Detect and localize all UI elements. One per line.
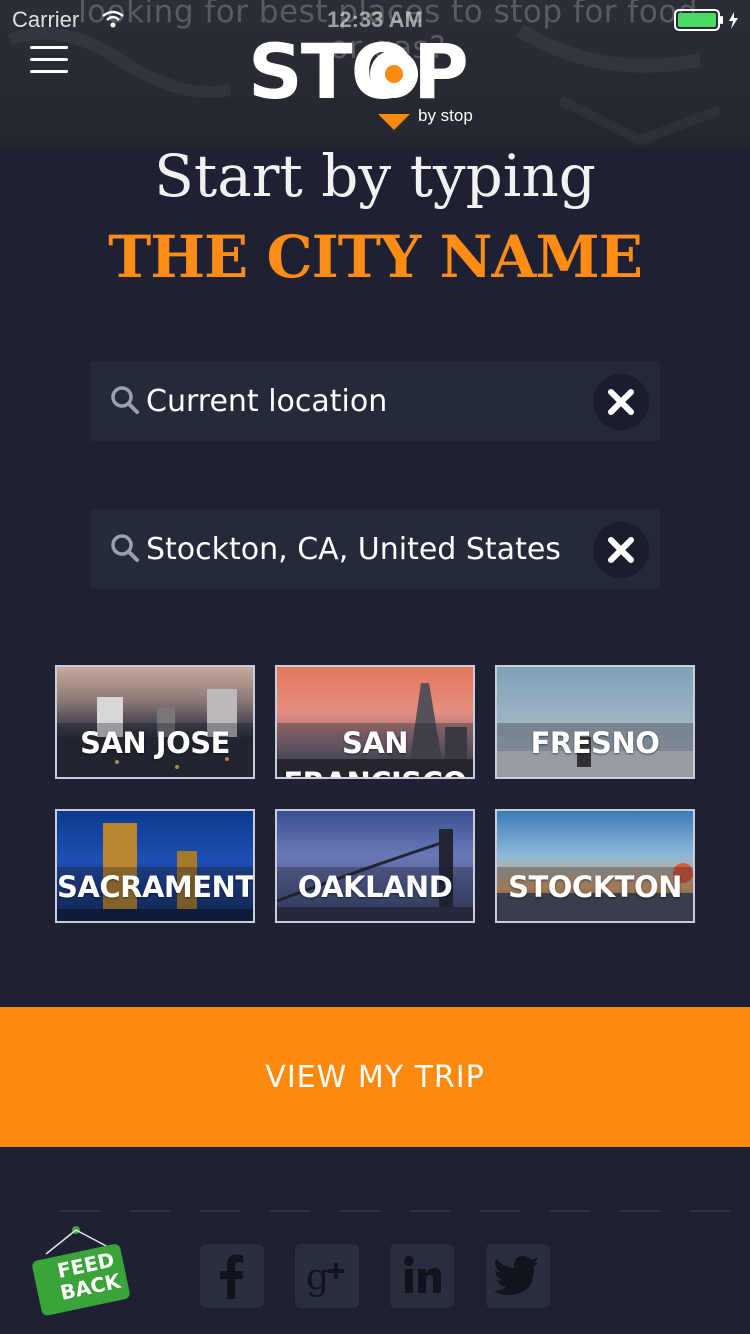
city-label: OAKLAND	[297, 870, 453, 904]
city-label: STOCKTON	[508, 870, 682, 904]
map-pin-icon	[370, 50, 418, 130]
city-tile-san-francisco[interactable]: SAN FRANCISCO	[275, 665, 475, 779]
city-label: SAN FRANCISCO	[283, 726, 467, 777]
destination-input[interactable]	[146, 525, 590, 573]
feedback-badge[interactable]: FEED BACK	[30, 1226, 130, 1318]
header: looking for best places to stop for food…	[0, 0, 750, 148]
svg-text:g: g	[306, 1257, 329, 1298]
city-label: SACRAMENTO	[57, 870, 255, 904]
search-icon	[111, 386, 139, 414]
view-my-trip-button[interactable]: VIEW MY TRIP	[0, 1007, 750, 1147]
origin-search-field[interactable]	[90, 361, 660, 441]
headline-intro: Start by typing	[154, 142, 596, 210]
city-label: FRESNO	[530, 726, 660, 760]
headline-emphasis: THE CITY NAME	[108, 223, 643, 291]
logo-tagline: by stop	[418, 106, 473, 125]
destination-search-field[interactable]	[90, 509, 660, 589]
close-icon	[608, 389, 634, 415]
origin-input[interactable]	[146, 377, 590, 425]
logo-text: STOP	[248, 27, 469, 116]
view-my-trip-label: VIEW MY TRIP	[265, 1059, 485, 1095]
twitter-button[interactable]	[486, 1244, 550, 1308]
battery-icon	[674, 9, 738, 31]
city-label: SAN JOSE	[80, 726, 230, 760]
linkedin-button[interactable]	[390, 1244, 454, 1308]
facebook-button[interactable]	[200, 1244, 264, 1308]
footer-divider	[60, 1210, 750, 1212]
city-tile-stockton[interactable]: STOCKTON	[495, 809, 695, 923]
linkedin-icon	[404, 1256, 441, 1293]
city-tile-san-jose[interactable]: SAN JOSE	[55, 665, 255, 779]
google-plus-button[interactable]: g	[295, 1244, 359, 1308]
google-plus-icon: g	[306, 1257, 344, 1298]
twitter-icon	[494, 1256, 540, 1295]
city-tile-sacramento[interactable]: SACRAMENTO	[55, 809, 255, 923]
logo: STOP by stop	[248, 30, 498, 134]
hamburger-menu-icon[interactable]	[30, 46, 68, 76]
search-icon	[111, 534, 139, 562]
close-icon	[608, 537, 634, 563]
clear-origin-button[interactable]	[593, 374, 649, 430]
facebook-icon	[220, 1254, 243, 1299]
city-tile-oakland[interactable]: OAKLAND	[275, 809, 475, 923]
city-tile-fresno[interactable]: FRESNO	[495, 665, 695, 779]
clear-destination-button[interactable]	[593, 522, 649, 578]
